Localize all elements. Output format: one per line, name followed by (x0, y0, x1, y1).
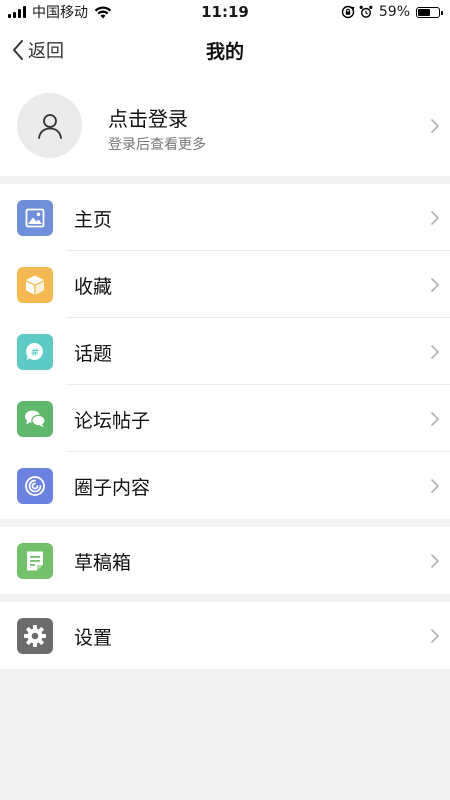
icon-box (17, 267, 53, 303)
status-right: 59% (341, 3, 443, 21)
menu-item-label: 草稿箱 (74, 552, 132, 574)
battery-fill (418, 8, 430, 16)
icon-box (17, 401, 53, 437)
section-gap (0, 594, 450, 602)
icon-box (17, 200, 53, 236)
menu-group-drafts: 草稿箱 (0, 527, 450, 594)
icon-box (17, 618, 53, 654)
gear-icon (24, 625, 46, 647)
box-icon (26, 275, 44, 295)
menu-item-home[interactable]: 主页 (0, 184, 450, 251)
menu-item-favorites[interactable]: 收藏 (0, 251, 450, 318)
menu-item-settings[interactable]: 设置 (0, 602, 450, 669)
menu-item-label: 主页 (74, 209, 113, 231)
circle-swirl-icon (25, 476, 45, 496)
image-icon (25, 208, 45, 228)
chevron-right-icon (431, 278, 439, 292)
icon-box (17, 468, 53, 504)
battery-percent: 59% (378, 4, 410, 20)
menu-item-forum-posts[interactable]: 论坛帖子 (0, 385, 450, 452)
menu-item-label: 话题 (74, 343, 113, 365)
menu-item-label: 设置 (74, 627, 113, 649)
profile-login-row[interactable]: 点击登录 登录后查看更多 (0, 76, 450, 176)
nav-bar: 返回 我的 (0, 24, 450, 76)
alarm-icon (359, 5, 373, 18)
chevron-right-icon (431, 479, 439, 493)
hashtag-chat-icon: # (26, 342, 43, 361)
menu-group-settings: 设置 (0, 602, 450, 669)
menu-item-label: 圈子内容 (74, 477, 151, 499)
menu-item-topics[interactable]: # 话题 (0, 318, 450, 385)
battery-icon (416, 6, 443, 18)
chevron-right-icon (431, 211, 439, 225)
page: 中国移动 11:19 59% 返回 我的 点击登录 登录后查看更多 主页 收藏 … (0, 0, 450, 800)
chevron-right-icon (431, 345, 439, 359)
login-prompt: 点击登录 (108, 107, 188, 131)
section-gap (0, 176, 450, 184)
svg-text:#: # (31, 348, 39, 359)
icon-box: # (17, 334, 53, 370)
icon-box (17, 543, 53, 579)
chevron-right-icon (431, 119, 439, 133)
menu-item-label: 论坛帖子 (74, 410, 151, 432)
chevron-right-icon (431, 629, 439, 643)
chevron-right-icon (431, 412, 439, 426)
rotation-lock-icon (341, 5, 355, 19)
menu-item-circle-content[interactable]: 圈子内容 (0, 452, 450, 519)
status-bar: 中国移动 11:19 59% (0, 0, 450, 24)
user-icon (37, 113, 62, 139)
login-subtitle: 登录后查看更多 (108, 137, 206, 153)
chevron-right-icon (431, 554, 439, 568)
page-title: 我的 (205, 41, 244, 63)
section-gap (0, 519, 450, 527)
menu-item-drafts[interactable]: 草稿箱 (0, 527, 450, 594)
menu-group-main: 主页 收藏 # 话题 论坛帖子 圈子内容 (0, 184, 450, 519)
draft-document-icon (27, 551, 43, 571)
avatar (17, 93, 82, 158)
chat-bubbles-icon (25, 410, 46, 428)
menu-item-label: 收藏 (74, 276, 113, 298)
